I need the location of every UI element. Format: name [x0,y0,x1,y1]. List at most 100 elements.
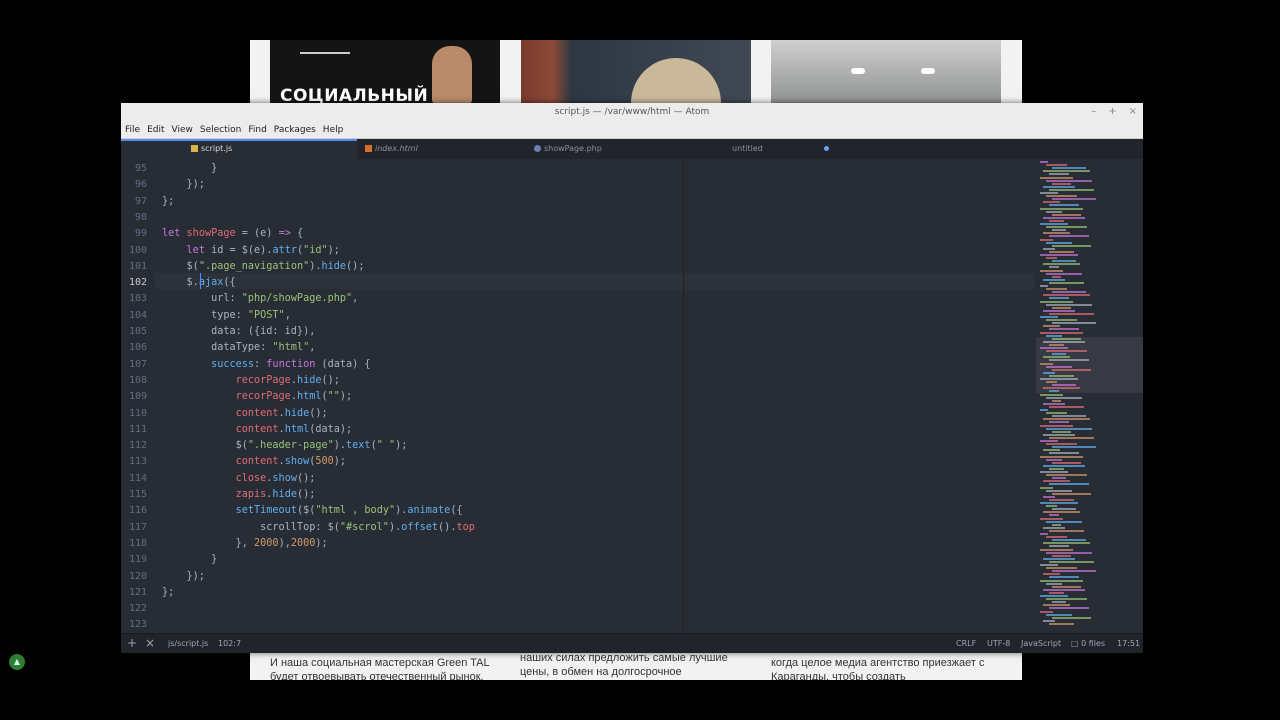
minimap-line [1043,464,1085,467]
tab-showpage-php[interactable]: showPage.php [534,139,602,159]
minimap-line [1052,337,1081,340]
code-token: text [346,440,371,452]
minimap-line [1040,486,1053,489]
minimap-line [1046,474,1087,477]
code-line[interactable]: setTimeout($("html , body").animate({ [162,503,463,519]
code-line[interactable]: $(".page_navigation").hide(); [162,259,365,275]
code-token: content [235,423,279,435]
add-icon[interactable]: + [127,634,137,654]
code-line[interactable]: } [162,552,217,568]
menu-packages[interactable]: Packages [274,125,316,135]
ceiling-lamp [921,68,935,74]
code-token: "POST" [247,309,285,321]
code-line[interactable]: }; [162,585,174,601]
code-token: ). [333,440,347,452]
minimap-line [1052,291,1086,294]
code-line[interactable]: $(".header-page").text(" "); [162,438,408,454]
code-line[interactable]: }); [162,569,205,585]
cursor-position[interactable]: 102:7 [218,634,241,654]
code-line[interactable]: $.ajax({ [162,275,236,291]
line-ending[interactable]: CRLF [956,634,976,654]
minimap-line [1049,576,1079,579]
code-token: recorPage [235,391,291,403]
code-line[interactable]: let showPage = (e) => { [162,226,303,242]
minimap[interactable] [1036,159,1143,633]
code-token: attr [272,244,297,256]
code-line[interactable]: recorPage.html(""); [162,389,353,405]
tab-untitled[interactable]: untitled [732,139,763,159]
minimap-line [1046,303,1092,306]
tab-script-js[interactable]: script.js [121,139,357,159]
minimap-line [1049,312,1094,315]
menu-file[interactable]: File [125,125,140,135]
minimap-line [1040,564,1058,566]
code-token: ); [315,537,328,549]
menu-view[interactable]: View [172,125,193,135]
banner-logo [300,52,350,68]
code-line[interactable]: data: ({id: id}), [162,324,315,340]
minimize-icon[interactable]: – [1091,103,1096,121]
code-editor[interactable]: 95 96 97 98 99 100 101 102 103 104 105 106 107 108 109… [121,159,1143,633]
minimap-line [1040,440,1058,442]
minimap-line [1049,359,1089,362]
minimap-line [1052,461,1081,464]
minimap-line [1040,610,1053,613]
studio-image[interactable] [771,40,1001,104]
code-token: (). [438,521,457,533]
encoding[interactable]: UTF-8 [987,634,1010,654]
code-line[interactable]: content.show(500); [162,454,346,470]
menu-bar: File Edit View Selection Find Packages H… [121,121,1143,139]
banner-image-social[interactable]: СОЦИАЛЬНЫЙ [270,40,500,106]
workshop-image[interactable] [521,40,751,148]
line-number: 100 [128,244,147,256]
menu-edit[interactable]: Edit [147,125,164,135]
close-icon[interactable]: × [1129,103,1137,121]
menu-help[interactable]: Help [323,125,344,135]
scroll-top-button[interactable]: ▲ [9,654,25,670]
code-line[interactable]: zapis.hide(); [162,487,316,503]
close-panel-icon[interactable]: × [145,634,155,654]
code-line[interactable]: content.hide(); [162,406,328,422]
code-token: show [284,456,310,468]
line-number: 103 [128,293,147,305]
code-line[interactable]: content.html(data); [162,422,353,438]
code-line[interactable]: } [162,161,217,177]
code-line[interactable]: }, 2000),2000); [162,536,328,552]
minimap-line [1040,285,1048,287]
window-titlebar[interactable]: script.js — /var/www/html — Atom – + × [121,103,1143,121]
code-token: = (e) [235,228,279,240]
code-token: $( [162,440,248,452]
code-line[interactable]: let id = $(e).attr("id"); [162,243,340,259]
code-token: } [162,554,218,566]
code-token: close [235,472,267,484]
minimap-line [1052,198,1096,201]
code-line[interactable]: dataType: "html", [162,340,315,356]
code-line[interactable]: }); [162,177,205,193]
code-line[interactable]: }; [162,194,174,210]
minimap-line [1040,471,1068,473]
line-number: 113 [128,456,147,468]
tab-index-html[interactable]: index.html [365,139,418,159]
code-line[interactable]: type: "POST", [162,308,291,324]
cursor-line-highlight [155,273,1035,289]
maximize-icon[interactable]: + [1108,103,1116,121]
minimap-line [1052,508,1076,511]
code-token: "php/showPage.php" [241,293,353,305]
file-path[interactable]: js/script.js [168,634,208,654]
code-line[interactable]: close.show(); [162,471,316,487]
minimap-line [1049,250,1074,253]
grammar[interactable]: JavaScript [1021,634,1061,654]
minimap-line [1040,223,1068,225]
git-files[interactable]: □ 0 files [1071,634,1105,654]
minimap-line [1040,517,1063,520]
code-line[interactable]: success: function (data) { [162,357,371,373]
menu-selection[interactable]: Selection [200,125,241,135]
code-line[interactable]: recorPage.hide(); [162,373,340,389]
code-line[interactable]: url: "php/showPage.php", [162,291,358,307]
code-line[interactable]: scrollTop: $("#scrol").offset().top [162,520,475,536]
menu-find[interactable]: Find [248,125,266,135]
minimap-line [1046,613,1072,616]
